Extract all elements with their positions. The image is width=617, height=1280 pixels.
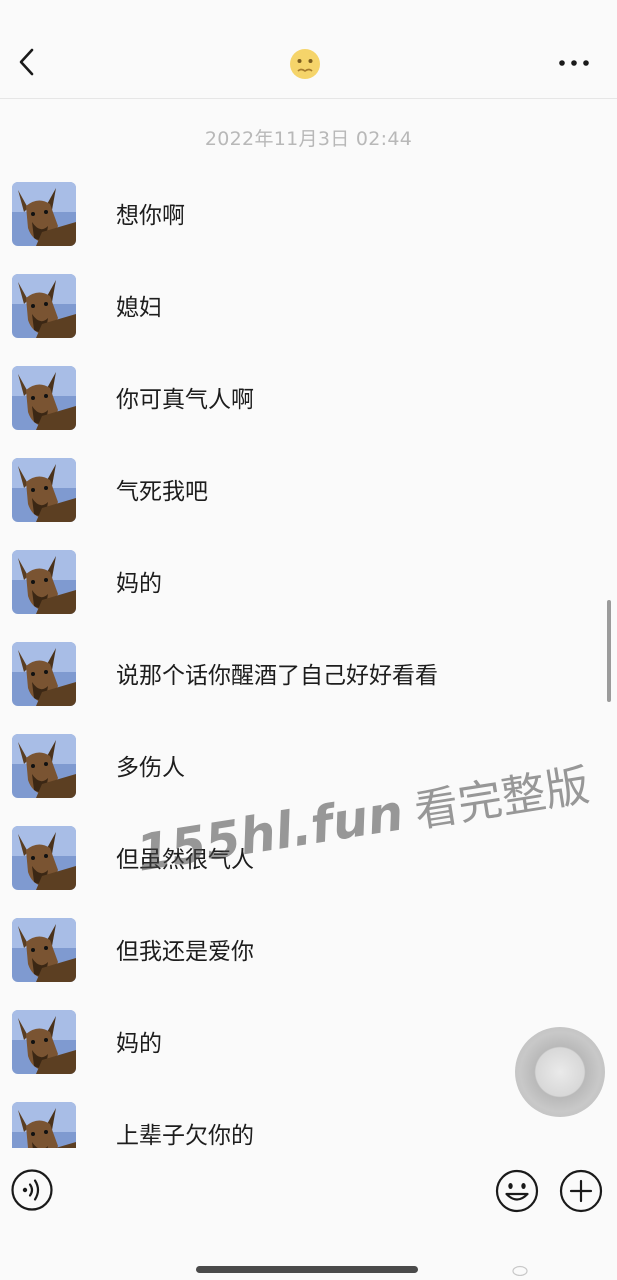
message-text[interactable]: 说那个话你醒酒了自己好好看看 xyxy=(116,656,438,690)
scrollbar[interactable] xyxy=(607,600,611,702)
message-row[interactable]: 你可真气人啊 xyxy=(12,366,552,430)
message-row[interactable]: 想你啊 xyxy=(12,182,552,246)
message-text[interactable]: 气死我吧 xyxy=(116,472,208,506)
message-text[interactable]: 妈的 xyxy=(116,1024,162,1058)
avatar[interactable] xyxy=(12,182,76,246)
avatar[interactable] xyxy=(12,458,76,522)
watermark-text: 看完整版 xyxy=(411,759,593,838)
voice-icon[interactable] xyxy=(10,1168,54,1212)
message-row[interactable]: 媳妇 xyxy=(12,274,552,338)
smiley-icon[interactable] xyxy=(494,1168,540,1214)
message-row[interactable]: 气死我吧 xyxy=(12,458,552,522)
message-text[interactable]: 多伤人 xyxy=(116,748,185,782)
ellipsis-icon[interactable] xyxy=(556,53,592,73)
message-row[interactable]: 说那个话你醒酒了自己好好看看 xyxy=(12,642,552,706)
avatar[interactable] xyxy=(12,642,76,706)
weibo-watermark xyxy=(512,1264,530,1279)
chat-timestamp: 2022年11月3日 02:44 xyxy=(204,128,413,150)
plus-circle-icon[interactable] xyxy=(558,1168,604,1214)
message-text[interactable]: 但我还是爱你 xyxy=(116,932,254,966)
message-text[interactable]: 你可真气人啊 xyxy=(116,380,254,414)
avatar[interactable] xyxy=(12,1010,76,1074)
chat-header xyxy=(0,0,617,99)
pleading-face-emoji-icon[interactable] xyxy=(287,47,323,81)
avatar[interactable] xyxy=(12,366,76,430)
message-row[interactable]: 妈的 xyxy=(12,550,552,614)
message-row[interactable]: 妈的 xyxy=(12,1010,552,1074)
message-text[interactable]: 妈的 xyxy=(116,564,162,598)
home-indicator[interactable] xyxy=(196,1266,418,1273)
message-text[interactable]: 想你啊 xyxy=(116,196,185,230)
message-text[interactable]: 媳妇 xyxy=(116,288,162,322)
weibo-logo-icon xyxy=(512,1265,528,1277)
avatar[interactable] xyxy=(12,734,76,798)
avatar[interactable] xyxy=(12,550,76,614)
avatar[interactable] xyxy=(12,274,76,338)
avatar[interactable] xyxy=(12,918,76,982)
avatar[interactable] xyxy=(12,826,76,890)
message-text[interactable]: 上辈子欠你的 xyxy=(116,1116,254,1150)
floating-assistive-ball[interactable] xyxy=(515,1027,605,1117)
chevron-left-icon[interactable] xyxy=(12,44,44,80)
message-row[interactable]: 但我还是爱你 xyxy=(12,918,552,982)
